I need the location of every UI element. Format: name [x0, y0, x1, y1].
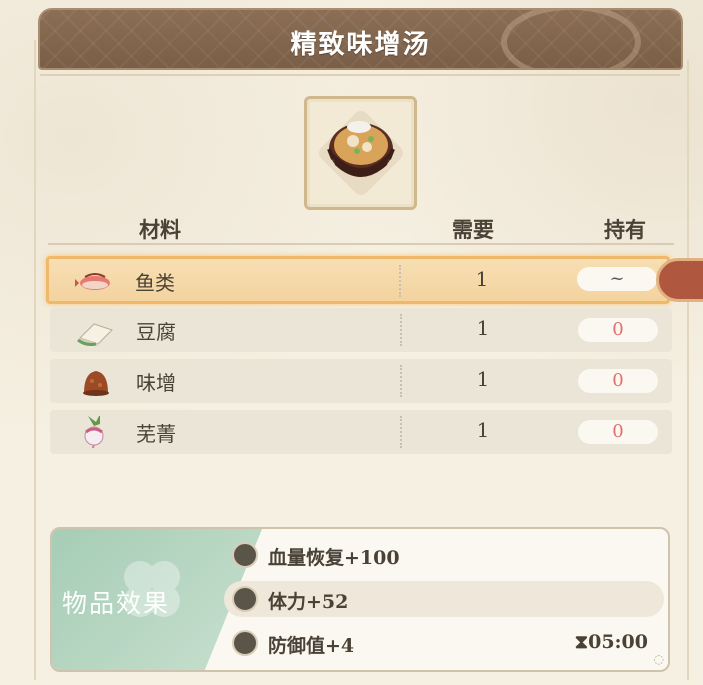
duration-value: 05:00	[588, 631, 648, 653]
ingredient-have: ~	[577, 267, 657, 291]
ingredient-have: 0	[578, 369, 658, 393]
title-banner: 精致味增汤	[38, 8, 683, 70]
ingredient-row-miso[interactable]: 味增 1 0	[50, 359, 672, 403]
recipe-panel: 精致味增汤 材料 需要 持有 鱼类 1 ~ 豆腐 1 0 味增 1 0 芜菁 1…	[0, 0, 703, 685]
item-effects-panel: 物品效果 血量恢复+100 体力+52 防御值+4 ⧗05:00 ◌	[50, 527, 670, 672]
column-divider	[399, 265, 401, 297]
column-divider	[400, 416, 402, 448]
ingredient-row-tofu[interactable]: 豆腐 1 0	[50, 308, 672, 352]
column-divider	[400, 365, 402, 397]
effect-defense: 防御值+4 ⧗05:00	[224, 625, 664, 661]
dish-image-frame	[304, 96, 417, 210]
decorative-border-left	[34, 40, 36, 680]
ingredient-need: 1	[475, 267, 489, 291]
effect-hp-restore: 血量恢复+100	[224, 537, 664, 573]
miso-soup-icon	[327, 121, 395, 177]
ingredient-name: 芜菁	[136, 422, 176, 446]
header-need: 需要	[452, 217, 494, 242]
hp-icon	[232, 542, 258, 568]
effect-text: 防御值+4	[268, 635, 355, 657]
title-divider	[40, 74, 680, 76]
decorative-border-right	[687, 60, 689, 680]
dish-title: 精致味增汤	[290, 30, 431, 60]
ingredient-have: 0	[578, 318, 658, 342]
corner-ornament-icon: ◌	[653, 652, 664, 666]
effects-label: 物品效果	[62, 589, 171, 618]
ingredient-have: 0	[578, 420, 658, 444]
selected-tab-marker	[656, 258, 703, 302]
ingredient-name: 味增	[136, 371, 176, 395]
ingredient-name: 鱼类	[135, 271, 175, 295]
ingredient-name: 豆腐	[136, 320, 176, 344]
header-material: 材料	[139, 217, 181, 242]
miso-icon	[83, 371, 109, 396]
ingredient-need: 1	[476, 367, 490, 391]
hourglass-icon: ⧗	[574, 631, 589, 653]
column-divider	[400, 314, 402, 346]
effect-text: 血量恢复+100	[268, 547, 400, 569]
header-divider	[48, 243, 674, 245]
turnip-icon	[84, 416, 104, 448]
effect-stamina: 体力+52	[224, 581, 664, 617]
fish-icon	[75, 273, 110, 290]
duration-timer: ⧗05:00	[575, 631, 648, 653]
defense-icon	[232, 630, 258, 656]
ingredient-row-turnip[interactable]: 芜菁 1 0	[50, 410, 672, 454]
ingredient-need: 1	[476, 316, 490, 340]
ingredient-need: 1	[476, 418, 490, 442]
ingredient-row-fish[interactable]: 鱼类 1 ~	[46, 256, 670, 304]
effect-text: 体力+52	[268, 591, 349, 613]
stamina-icon	[232, 586, 258, 612]
header-have: 持有	[604, 217, 646, 242]
tofu-icon	[77, 323, 113, 346]
